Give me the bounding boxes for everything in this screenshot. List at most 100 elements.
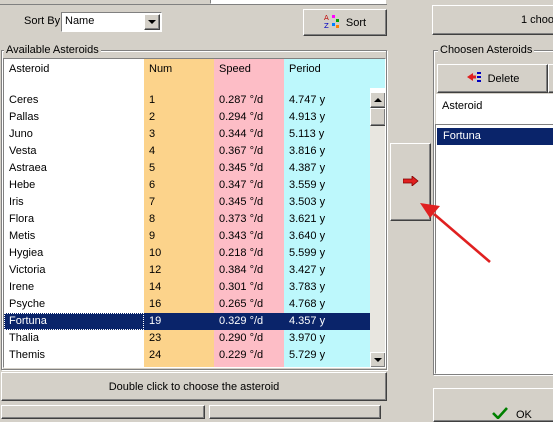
cell-asteroid: Irene — [9, 281, 35, 293]
cell-num: 6 — [149, 179, 156, 191]
column-header-speed[interactable]: Speed — [214, 59, 284, 88]
column-header-asteroid[interactable]: Asteroid — [4, 59, 144, 88]
cell-num: 9 — [149, 230, 156, 242]
delete-button[interactable]: Delete — [437, 64, 548, 93]
cell-speed: 0.345 °/d — [219, 196, 264, 208]
chosen-asteroids-list[interactable]: Fortuna — [435, 124, 553, 374]
table-row[interactable]: Hebe 6 0.347 °/d 3.559 y — [4, 177, 370, 194]
cell-period: 3.970 y — [289, 332, 326, 344]
table-row[interactable]: Victoria 12 0.384 °/d 3.427 y — [4, 262, 370, 279]
cell-asteroid: Flora — [9, 213, 35, 225]
cell-speed: 0.347 °/d — [219, 179, 264, 191]
cell-num: 3 — [149, 128, 156, 140]
table-row[interactable]: Metis 9 0.343 °/d 3.640 y — [4, 228, 370, 245]
chosen-toolbar-edge — [548, 64, 553, 93]
chevron-down-icon[interactable] — [144, 14, 160, 30]
chosen-column-header: Asteroid — [442, 100, 483, 112]
cell-period: 3.640 y — [289, 230, 326, 242]
table-body: Ceres 1 0.287 °/d 4.747 y Pallas 2 0.294 °/d 4.… — [4, 92, 370, 367]
sort-by-label: Sort By — [24, 15, 61, 27]
checkmark-icon — [492, 407, 508, 422]
chosen-count-text: 1 choo — [521, 14, 553, 26]
cell-num: 14 — [149, 281, 162, 293]
table-row[interactable]: Irene 14 0.301 °/d 3.783 y — [4, 279, 370, 296]
table-row[interactable]: Vesta 4 0.367 °/d 3.816 y — [4, 143, 370, 160]
cell-asteroid: Hebe — [9, 179, 36, 191]
chosen-list-item[interactable]: Fortuna — [437, 128, 553, 145]
column-header-num[interactable]: Num — [144, 59, 214, 88]
cell-speed: 0.294 °/d — [219, 111, 264, 123]
cell-asteroid: Astraea — [9, 162, 47, 174]
cell-asteroid: Fortuna — [4, 313, 144, 330]
table-row[interactable]: Juno 3 0.344 °/d 5.113 y — [4, 126, 370, 143]
cell-period: 3.621 y — [289, 213, 326, 225]
cell-speed: 0.343 °/d — [219, 230, 264, 242]
cell-num: 5 — [149, 162, 156, 174]
cell-period: 4.747 y — [289, 94, 326, 106]
vertical-scrollbar[interactable] — [370, 92, 385, 367]
available-asteroids-table[interactable]: Asteroid Num Speed Period Ceres 1 0.287 °/… — [3, 58, 386, 368]
cell-num: 10 — [149, 247, 162, 259]
cell-num: 7 — [149, 196, 156, 208]
scroll-up-button[interactable] — [370, 92, 385, 108]
cell-num: 19 — [144, 313, 214, 330]
table-row[interactable]: Pallas 2 0.294 °/d 4.913 y — [4, 109, 370, 126]
cell-speed: 0.345 °/d — [219, 162, 264, 174]
scroll-thumb[interactable] — [370, 108, 385, 126]
cell-period: 5.113 y — [289, 128, 325, 140]
available-asteroids-title: Available Asteroids — [4, 44, 101, 56]
cell-period: 4.387 y — [289, 162, 326, 174]
cell-speed: 0.344 °/d — [219, 128, 264, 140]
cell-speed: 0.229 °/d — [219, 349, 264, 361]
cell-period: 5.599 y — [289, 247, 326, 259]
cell-asteroid: Hygiea — [9, 247, 44, 259]
ok-button-label: OK — [516, 409, 532, 421]
cell-period: 4.357 y — [284, 313, 370, 330]
triangle-down-icon — [374, 357, 382, 362]
cell-asteroid: Iris — [9, 196, 24, 208]
table-row[interactable]: Iris 7 0.345 °/d 3.503 y — [4, 194, 370, 211]
top-field — [210, 0, 386, 4]
cell-asteroid: Metis — [9, 230, 36, 242]
cell-asteroid: Psyche — [9, 298, 46, 310]
cell-speed: 0.329 °/d — [214, 313, 284, 330]
cell-speed: 0.301 °/d — [219, 281, 264, 293]
cell-asteroid: Themis — [9, 349, 46, 361]
cell-speed: 0.373 °/d — [219, 213, 264, 225]
table-row[interactable]: Psyche 16 0.265 °/d 4.768 y — [4, 296, 370, 313]
cell-num: 12 — [149, 264, 162, 276]
cell-speed: 0.367 °/d — [219, 145, 264, 157]
table-row[interactable]: Hygiea 10 0.218 °/d 5.599 y — [4, 245, 370, 262]
scroll-down-button[interactable] — [370, 352, 385, 367]
cell-num: 24 — [149, 349, 162, 361]
table-row[interactable]: Thalia 23 0.290 °/d 3.970 y — [4, 330, 370, 347]
table-header: Asteroid Num Speed Period — [4, 59, 385, 88]
cell-num: 2 — [149, 111, 156, 123]
svg-text:A: A — [324, 14, 329, 22]
cell-asteroid: Victoria — [9, 264, 46, 276]
table-row[interactable]: Astraea 5 0.345 °/d 4.387 y — [4, 160, 370, 177]
table-row[interactable]: Themis 24 0.229 °/d 5.729 y — [4, 347, 370, 364]
chosen-asteroids-title: Choosen Asteroids — [438, 44, 535, 56]
top-right-panel: 1 choo — [432, 5, 553, 35]
svg-text:Z: Z — [324, 22, 329, 29]
add-to-chosen-button[interactable] — [390, 143, 431, 221]
arrow-right-icon — [402, 174, 419, 189]
cell-period: 3.816 y — [289, 145, 326, 157]
cell-speed: 0.218 °/d — [219, 247, 264, 259]
cell-num: 16 — [149, 298, 162, 310]
column-header-period[interactable]: Period — [284, 59, 385, 88]
cell-speed: 0.287 °/d — [219, 94, 264, 106]
sort-by-value: Name — [65, 15, 95, 27]
cell-num: 8 — [149, 213, 156, 225]
table-row[interactable]: Flora 8 0.373 °/d 3.621 y — [4, 211, 370, 228]
cell-num: 1 — [149, 94, 156, 106]
sort-button[interactable]: A Z Sort — [303, 9, 387, 36]
sort-by-select[interactable]: Name — [61, 12, 162, 32]
cell-num: 23 — [149, 332, 162, 344]
cell-asteroid: Thalia — [9, 332, 39, 344]
table-row[interactable]: Fortuna 19 0.329 °/d 4.357 y — [4, 313, 370, 330]
table-row[interactable]: Ceres 1 0.287 °/d 4.747 y — [4, 92, 370, 109]
cell-num: 4 — [149, 145, 156, 157]
chosen-header[interactable]: Asteroid — [436, 94, 553, 125]
